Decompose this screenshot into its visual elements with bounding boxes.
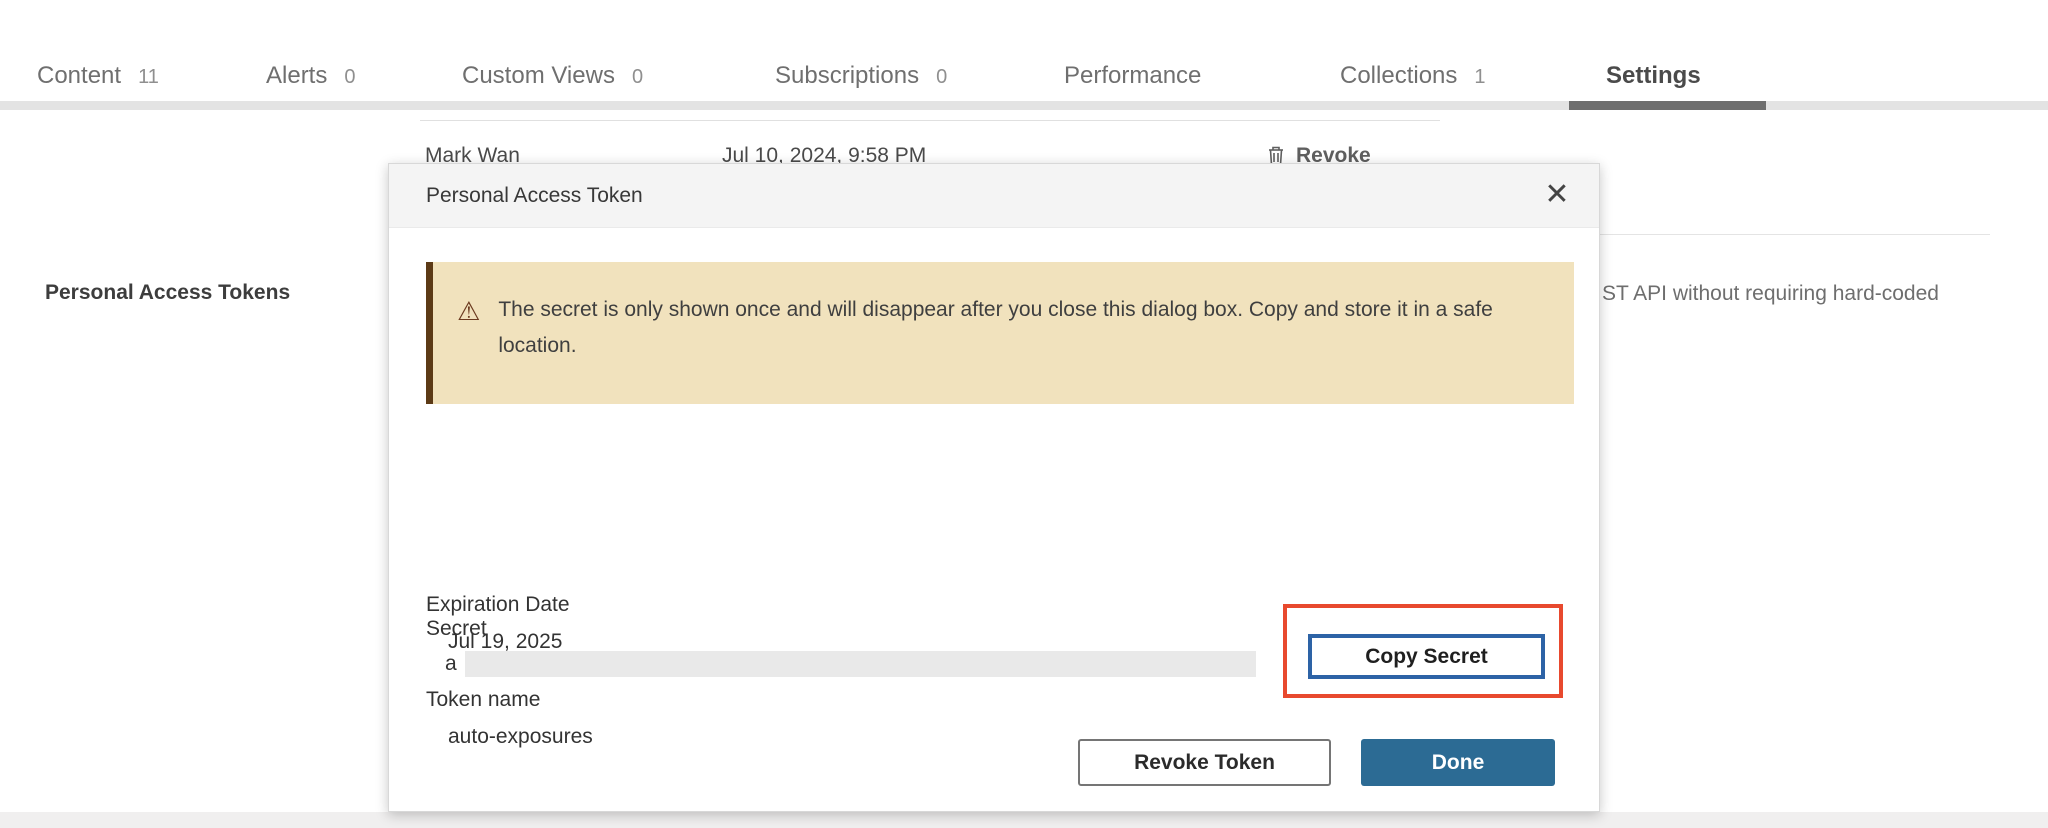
tab-custom-views[interactable]: Custom Views 0 <box>462 62 643 102</box>
tab-active-underline <box>1569 101 1766 110</box>
page-bottom-strip <box>0 812 2048 828</box>
token-name-value: auto-exposures <box>448 725 593 749</box>
tab-content[interactable]: Content 11 <box>37 62 159 102</box>
tab-count: 0 <box>344 66 355 89</box>
secret-value-row: a <box>445 651 1256 677</box>
tab-count: 0 <box>936 66 947 89</box>
tab-count: 1 <box>1474 66 1485 89</box>
personal-access-token-dialog: Personal Access Token ✕ ⚠ The secret is … <box>388 163 1600 812</box>
page: Content 11 Alerts 0 Custom Views 0 Subsc… <box>0 0 2048 828</box>
section-label-personal-access-tokens: Personal Access Tokens <box>45 281 290 305</box>
tab-alerts[interactable]: Alerts 0 <box>266 62 355 102</box>
close-icon[interactable]: ✕ <box>1535 172 1579 216</box>
section-divider <box>1600 234 1990 235</box>
tab-count: 11 <box>138 66 159 89</box>
tab-label: Alerts <box>266 62 327 90</box>
secret-visible-text: a <box>445 652 457 676</box>
secret-redacted-bar <box>465 651 1256 677</box>
tab-label: Custom Views <box>462 62 615 90</box>
warning-text: The secret is only shown once and will d… <box>498 292 1498 364</box>
warning-triangle-icon: ⚠ <box>457 298 480 324</box>
tab-label: Performance <box>1064 62 1201 90</box>
tab-bar: Content 11 Alerts 0 Custom Views 0 Subsc… <box>0 0 2048 110</box>
tab-settings[interactable]: Settings <box>1606 62 1701 102</box>
table-row-divider <box>420 120 1440 121</box>
warning-banner: ⚠ The secret is only shown once and will… <box>426 262 1574 404</box>
tab-subscriptions[interactable]: Subscriptions 0 <box>775 62 947 102</box>
expiration-date-label: Expiration Date <box>426 593 570 617</box>
secret-label: Secret <box>426 617 487 641</box>
tab-label: Settings <box>1606 62 1701 90</box>
section-description-fragment: ST API without requiring hard-coded <box>1602 282 1939 306</box>
copy-secret-button[interactable]: Copy Secret <box>1308 634 1545 679</box>
tab-label: Subscriptions <box>775 62 919 90</box>
done-button[interactable]: Done <box>1361 739 1555 786</box>
tab-performance[interactable]: Performance <box>1064 62 1201 102</box>
token-name-label: Token name <box>426 688 540 712</box>
tab-label: Collections <box>1340 62 1457 90</box>
tab-count: 0 <box>632 66 643 89</box>
dialog-header: Personal Access Token ✕ <box>389 164 1599 228</box>
revoke-token-button[interactable]: Revoke Token <box>1078 739 1331 786</box>
tab-collections[interactable]: Collections 1 <box>1340 62 1486 102</box>
dialog-title: Personal Access Token <box>426 184 643 208</box>
tab-label: Content <box>37 62 121 90</box>
